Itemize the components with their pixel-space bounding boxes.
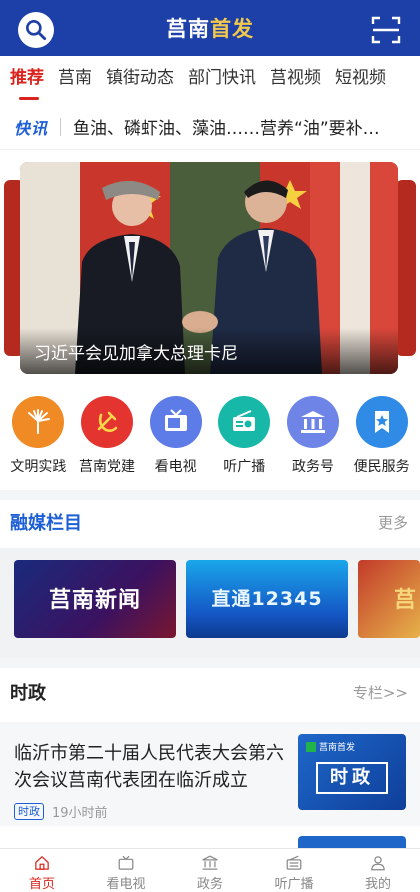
nav-label: 听广播 [274,877,314,892]
news-title[interactable]: 临沂市第二十届人民代表大会第六次会议莒南代表团在临沂成立 [14,740,284,794]
entry-watch-tv[interactable]: 看电视 [142,396,210,480]
nav-label: 我的 [364,877,391,892]
section-title: 时政 [10,683,46,704]
section-divider [0,658,420,668]
banner-caption: 习近平会见加拿大总理卡尼 [20,328,398,374]
search-button[interactable] [18,12,54,48]
app-title: 莒南首发 [166,17,254,41]
entry-label: 政务号 [291,459,334,475]
entry-civilization-practice[interactable]: 文明实践 [4,396,72,480]
media-card-third[interactable]: 莒 [358,560,420,638]
entry-gov-accounts[interactable]: 政务号 [279,396,347,480]
thumbnail-text: 时政 [316,762,388,794]
nav-radio[interactable]: 听广播 [258,849,330,892]
entry-label: 莒南党建 [78,459,135,475]
nav-watch-tv[interactable]: 看电视 [90,849,162,892]
news-meta: 时政 19小时前 [14,802,108,821]
media-section-header: 融媒栏目 更多 [0,500,420,544]
news-tag: 时政 [14,803,44,820]
entry-label: 看电视 [154,459,197,475]
nav-profile[interactable]: 我的 [342,849,414,892]
next-banner-peek[interactable] [396,180,416,356]
search-icon [26,20,47,41]
nav-home[interactable]: 首页 [6,849,78,892]
tab-short-video[interactable]: 短视频 [335,56,386,102]
nav-label: 首页 [28,877,55,892]
entry-party-building[interactable]: 莒南党建 [73,396,141,480]
banner-carousel[interactable]: 习近平会见加拿大总理卡尼 [0,160,420,378]
sunflower-icon [12,396,65,448]
tab-recommend[interactable]: 推荐 [10,56,44,102]
scan-icon[interactable] [370,14,402,46]
media-card-hotline-12345[interactable]: 直通12345 [186,560,348,638]
entry-label: 文明实践 [10,459,67,475]
banner-slide[interactable]: 习近平会见加拿大总理卡尼 [20,162,398,374]
tv-icon [149,396,202,448]
tab-town-news[interactable]: 镇街动态 [106,56,174,102]
column-link[interactable]: 专栏>> [353,682,408,703]
government-building-icon [202,855,218,870]
radio-icon [286,855,302,870]
home-icon [35,856,49,870]
flash-badge: 快讯 [14,118,49,138]
bottom-navigation: 首页 看电视 政务 听广播 我的 [0,848,420,892]
entry-public-service[interactable]: 便民服务 [348,396,416,480]
entry-label: 便民服务 [353,459,410,475]
government-building-icon [286,396,339,448]
radio-icon [218,396,271,448]
flash-divider [60,117,62,136]
media-card-title: 莒南新闻 [48,588,141,613]
news-time: 19小时前 [52,806,108,821]
flash-headline[interactable]: 鱼油、磷虾油、藻油……营养“油”要补… [73,114,380,139]
party-emblem-icon [80,396,133,448]
media-card-title: 直通12345 [211,588,323,610]
media-card-junan-news[interactable]: 莒南新闻 [14,560,176,638]
quick-entry-grid: 文明实践 莒南党建 看电视 听广播 政务号 便民服务 [0,396,420,480]
media-columns-row: 莒南新闻 直通12345 莒 [0,548,420,658]
nav-label: 看电视 [106,877,146,892]
nav-label: 政务 [196,877,223,892]
section-title: 融媒栏目 [10,513,82,534]
section-divider [0,490,420,500]
user-icon [371,856,385,871]
channel-tabs: 推荐 莒南 镇街动态 部门快讯 莒视频 短视频 [0,56,420,102]
tab-ju-video[interactable]: 莒视频 [270,56,321,102]
entry-label: 听广播 [223,459,266,475]
tab-department-news[interactable]: 部门快讯 [188,56,256,102]
app-header: 莒南首发 [0,0,420,56]
news-thumbnail[interactable]: 莒南首发 时政 [298,734,406,810]
media-card-title: 莒 [394,588,418,613]
politics-section-header: 时政 专栏>> [0,668,420,716]
nav-government[interactable]: 政务 [174,849,246,892]
tab-junan[interactable]: 莒南 [58,56,92,102]
star-bookmark-icon [355,396,408,448]
more-link[interactable]: 更多 [378,512,408,533]
flash-news-bar[interactable]: 快讯 鱼油、磷虾油、藻油……营养“油”要补… [0,104,420,150]
tv-icon [118,855,134,870]
news-list-item[interactable]: 临沂市第二十届人民代表大会第六次会议莒南代表团在临沂成立 时政 19小时前 莒南… [0,722,420,826]
entry-radio[interactable]: 听广播 [210,396,278,480]
thumbnail-brand: 莒南首发 [306,740,355,753]
